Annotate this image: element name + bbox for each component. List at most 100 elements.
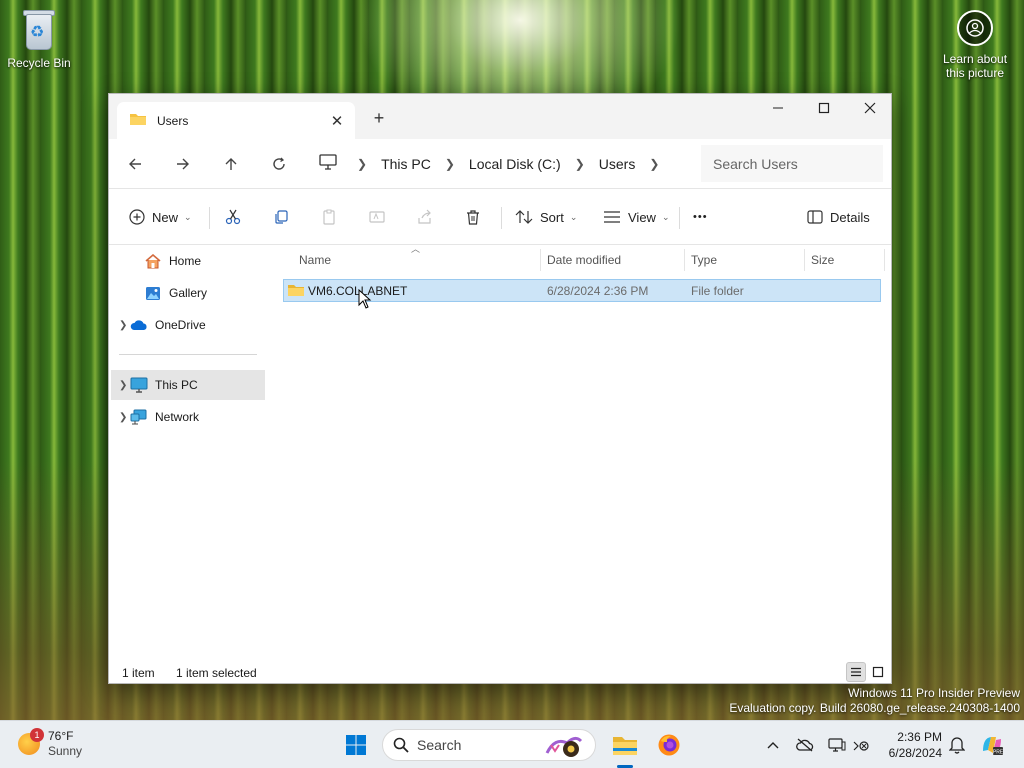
search-input[interactable]: Search Users (701, 145, 883, 182)
close-window-button[interactable] (847, 94, 893, 122)
camera-icon (957, 10, 993, 46)
clock-date: 6/28/2024 (888, 746, 942, 760)
sidebar-onedrive-label: OneDrive (155, 318, 206, 332)
monitor-icon (319, 154, 337, 173)
rename-button[interactable] (369, 203, 385, 231)
tiles-view-button[interactable] (868, 662, 888, 682)
focus-tray-button[interactable] (851, 735, 871, 755)
new-tab-button[interactable]: + (367, 106, 391, 130)
breadcrumb-local-disk[interactable]: Local Disk (C:) (461, 156, 569, 172)
trash-icon (467, 210, 479, 225)
notification-badge: 1 (30, 728, 44, 742)
recycle-bin-desktop-icon[interactable]: ♻ Recycle Bin (4, 8, 74, 70)
recycle-bin-icon: ♻ (22, 8, 56, 52)
folder-icon (287, 283, 305, 300)
column-header-size[interactable]: Size (805, 249, 885, 271)
taskbar: 1 76°F Sunny Search 2:36 PM 6/28/2024 PR… (0, 720, 1024, 768)
table-row[interactable]: VM6.COLLABNET 6/28/2024 2:36 PM File fol… (283, 279, 881, 302)
network-icon (129, 408, 149, 426)
breadcrumb-users[interactable]: Users (591, 156, 644, 172)
network-tray-button[interactable] (827, 735, 847, 755)
selected-count: 1 item selected (176, 666, 257, 680)
chevron-up-icon (767, 742, 779, 749)
details-pane-button[interactable]: Details (807, 203, 870, 231)
navigation-pane: Home Gallery ❯ OneDrive ❯ This PC ❯ Netw… (109, 246, 267, 650)
copy-button[interactable] (273, 203, 289, 231)
status-bar: 1 item 1 item selected (109, 662, 891, 684)
chevron-down-icon: ⌄ (184, 211, 192, 222)
learn-about-picture-icon[interactable]: Learn about this picture (938, 10, 1012, 80)
up-button[interactable] (217, 151, 245, 177)
details-label: Details (830, 209, 870, 225)
maximize-button[interactable] (801, 94, 847, 122)
view-list-icon (604, 211, 620, 223)
cloud-icon (129, 316, 149, 334)
minimize-button[interactable] (755, 94, 801, 122)
system-clock[interactable]: 2:36 PM 6/28/2024 (880, 729, 942, 761)
chevron-right-icon: ❯ (444, 156, 455, 171)
breadcrumb-this-pc[interactable]: This PC (373, 156, 439, 172)
column-header-name[interactable]: Name (293, 249, 541, 271)
bell-icon (949, 737, 965, 754)
paste-button[interactable] (321, 203, 337, 231)
more-options-button[interactable]: ••• (693, 203, 708, 231)
sidebar-item-network[interactable]: ❯ Network (111, 402, 265, 432)
sidebar-network-label: Network (155, 410, 200, 424)
back-button[interactable] (121, 151, 149, 177)
delete-button[interactable] (465, 203, 481, 231)
folder-icon (129, 112, 147, 129)
sidebar-item-onedrive[interactable]: ❯ OneDrive (111, 310, 265, 340)
copilot-button[interactable]: PRE (980, 733, 1004, 757)
share-button[interactable] (417, 203, 433, 231)
forward-button[interactable] (169, 151, 197, 177)
copilot-icon: PRE (983, 737, 1004, 756)
file-explorer-taskbar-button[interactable] (611, 731, 639, 759)
copy-icon (275, 210, 288, 224)
gallery-icon (143, 284, 163, 302)
show-hidden-icons-button[interactable] (763, 735, 783, 755)
tab-users[interactable]: Users ✕ (117, 102, 355, 139)
sidebar-item-home[interactable]: Home (111, 246, 265, 276)
notifications-button[interactable] (947, 735, 967, 755)
details-view-button[interactable] (846, 662, 866, 682)
plus-circle-icon (129, 209, 145, 225)
sidebar-item-this-pc[interactable]: ❯ This PC (111, 370, 265, 400)
watermark-line1: Windows 11 Pro Insider Preview (848, 686, 1020, 700)
start-button[interactable] (342, 731, 370, 759)
learn-line2: this picture (945, 66, 1005, 80)
details-view-icon (851, 667, 861, 677)
address-bar: ❯ This PC ❯ Local Disk (C:) ❯ Users ❯ Se… (109, 139, 891, 189)
sidebar-this-pc-label: This PC (155, 378, 198, 392)
firefox-taskbar-button[interactable] (655, 731, 683, 759)
file-explorer-icon (613, 737, 637, 755)
view-label: View (628, 209, 656, 225)
new-button[interactable]: New ⌄ (129, 203, 192, 231)
sort-icon (515, 210, 533, 224)
search-highlight-icon (545, 736, 583, 757)
weather-widget[interactable]: 1 76°F Sunny (18, 728, 82, 759)
sort-button[interactable]: Sort ⌄ (515, 203, 577, 231)
arrow-right-icon (177, 158, 189, 170)
tab-close-button[interactable]: ✕ (325, 109, 349, 133)
refresh-icon (273, 157, 285, 170)
paste-icon (323, 209, 335, 225)
onedrive-tray-button[interactable] (795, 735, 815, 755)
view-button[interactable]: View ⌄ (603, 203, 670, 231)
cut-button[interactable] (225, 203, 241, 231)
refresh-button[interactable] (265, 151, 293, 177)
chevron-right-icon: ❯ (357, 156, 368, 171)
taskbar-search[interactable]: Search (382, 729, 596, 761)
sun-icon: 1 (18, 728, 44, 755)
breadcrumb[interactable]: ❯ This PC ❯ Local Disk (C:) ❯ Users ❯ (313, 145, 691, 182)
sidebar-gallery-label: Gallery (169, 286, 208, 300)
new-label: New (152, 209, 179, 225)
taskbar-search-label: Search (417, 737, 462, 753)
clock-time: 2:36 PM (897, 730, 942, 744)
sidebar-item-gallery[interactable]: Gallery (111, 278, 265, 308)
build-watermark: Windows 11 Pro Insider Preview Evaluatio… (729, 686, 1020, 716)
column-header-type[interactable]: Type (685, 249, 805, 271)
chevron-right-icon: ❯ (649, 156, 660, 171)
column-header-date-modified[interactable]: Date modified (541, 249, 685, 271)
svg-text:PRE: PRE (993, 750, 1004, 756)
content-area: Home Gallery ❯ OneDrive ❯ This PC ❯ Netw… (109, 244, 891, 745)
